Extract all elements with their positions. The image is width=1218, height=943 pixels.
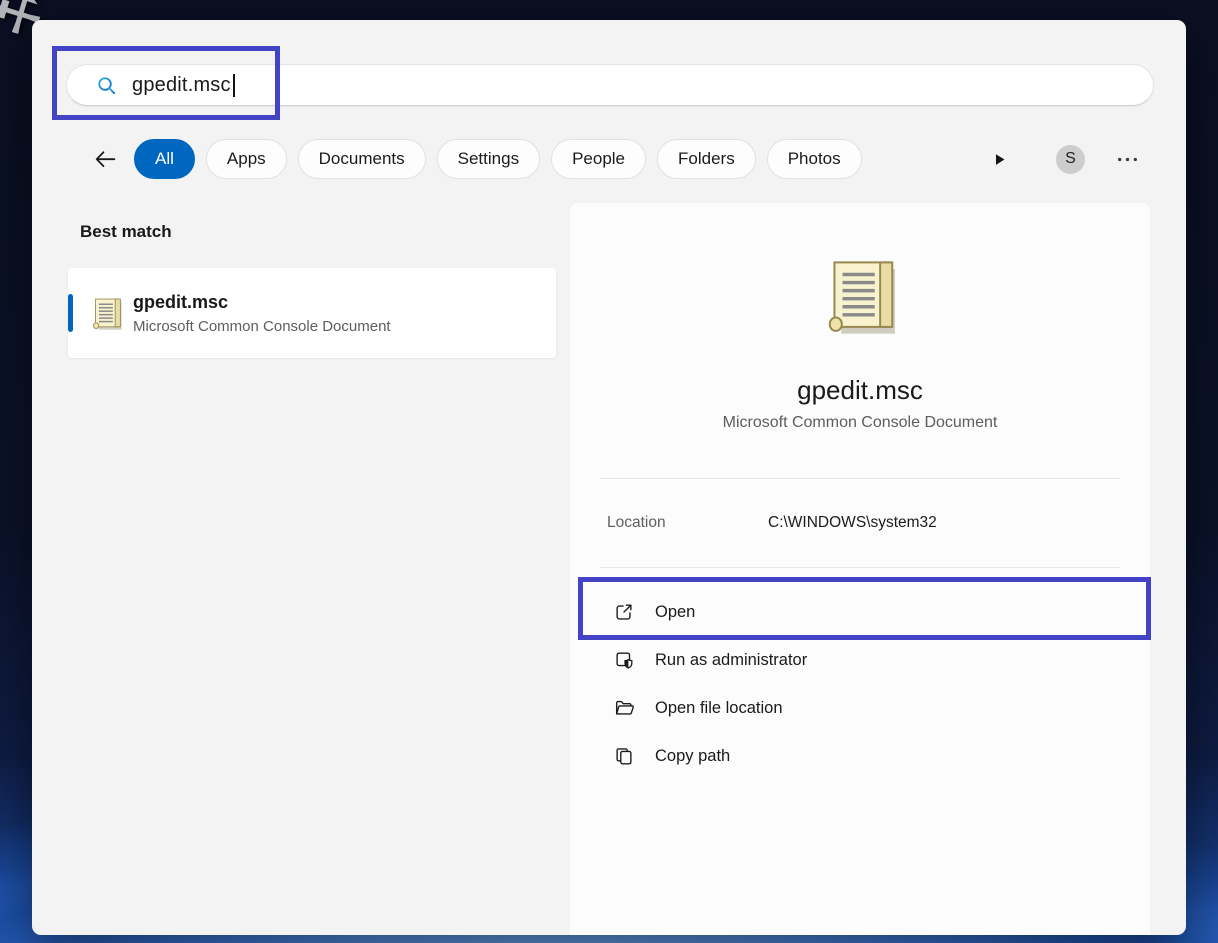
action-open[interactable]: Open — [570, 588, 1150, 636]
open-external-icon — [613, 601, 635, 623]
result-text: gpedit.msc Microsoft Common Console Docu… — [133, 292, 391, 335]
action-copy-path[interactable]: Copy path — [570, 732, 1150, 780]
search-icon — [96, 75, 117, 96]
result-title: gpedit.msc — [133, 292, 391, 313]
tab-apps[interactable]: Apps — [206, 139, 287, 179]
action-run-as-administrator[interactable]: Run as administrator — [570, 636, 1150, 684]
best-match-result[interactable]: gpedit.msc Microsoft Common Console Docu… — [68, 268, 556, 358]
account-avatar[interactable]: S — [1056, 145, 1085, 174]
preview-panel: gpedit.msc Microsoft Common Console Docu… — [570, 203, 1150, 935]
tab-all[interactable]: All — [134, 139, 195, 179]
back-button[interactable] — [88, 143, 120, 175]
location-row: Location C:\WINDOWS\system32 — [570, 479, 1150, 567]
location-value: C:\WINDOWS\system32 — [768, 514, 1150, 532]
shield-icon — [613, 649, 635, 671]
preview-subtitle: Microsoft Common Console Document — [723, 414, 998, 432]
tab-people[interactable]: People — [551, 139, 646, 179]
tab-settings[interactable]: Settings — [437, 139, 540, 179]
action-label: Open — [655, 603, 695, 622]
tab-documents[interactable]: Documents — [298, 139, 426, 179]
tab-folders[interactable]: Folders — [657, 139, 756, 179]
action-open-file-location[interactable]: Open file location — [570, 684, 1150, 732]
selection-accent-bar — [68, 294, 73, 332]
folder-icon — [613, 697, 635, 719]
copy-icon — [613, 745, 635, 767]
preview-title: gpedit.msc — [797, 375, 923, 406]
location-label: Location — [607, 514, 768, 532]
back-arrow-icon — [92, 147, 117, 172]
gpedit-file-icon-large — [817, 253, 903, 339]
divider — [600, 567, 1120, 568]
action-list: Open Run as administrator — [570, 588, 1150, 780]
search-input-text[interactable]: gpedit.msc — [132, 74, 231, 97]
windows-search-panel: gpedit.msc All Apps Documents Settings P… — [32, 20, 1186, 935]
filter-bar: All Apps Documents Settings People Folde… — [88, 139, 1140, 179]
action-label: Run as administrator — [655, 651, 807, 670]
best-match-section-title: Best match — [80, 222, 172, 242]
gpedit-file-icon — [88, 295, 125, 332]
more-options-button[interactable] — [1115, 147, 1140, 172]
ellipsis-icon — [1115, 147, 1140, 172]
text-cursor — [233, 74, 235, 97]
search-bar[interactable]: gpedit.msc — [66, 64, 1154, 106]
tab-photos[interactable]: Photos — [767, 139, 862, 179]
search-highlights-button[interactable] — [991, 151, 1008, 168]
filter-bar-right-cluster: S — [991, 145, 1140, 174]
action-label: Copy path — [655, 747, 730, 766]
play-icon — [991, 151, 1008, 168]
desktop: ⚒ gpedit.msc All — [0, 0, 1218, 943]
action-label: Open file location — [655, 699, 783, 718]
result-subtitle: Microsoft Common Console Document — [133, 318, 391, 335]
